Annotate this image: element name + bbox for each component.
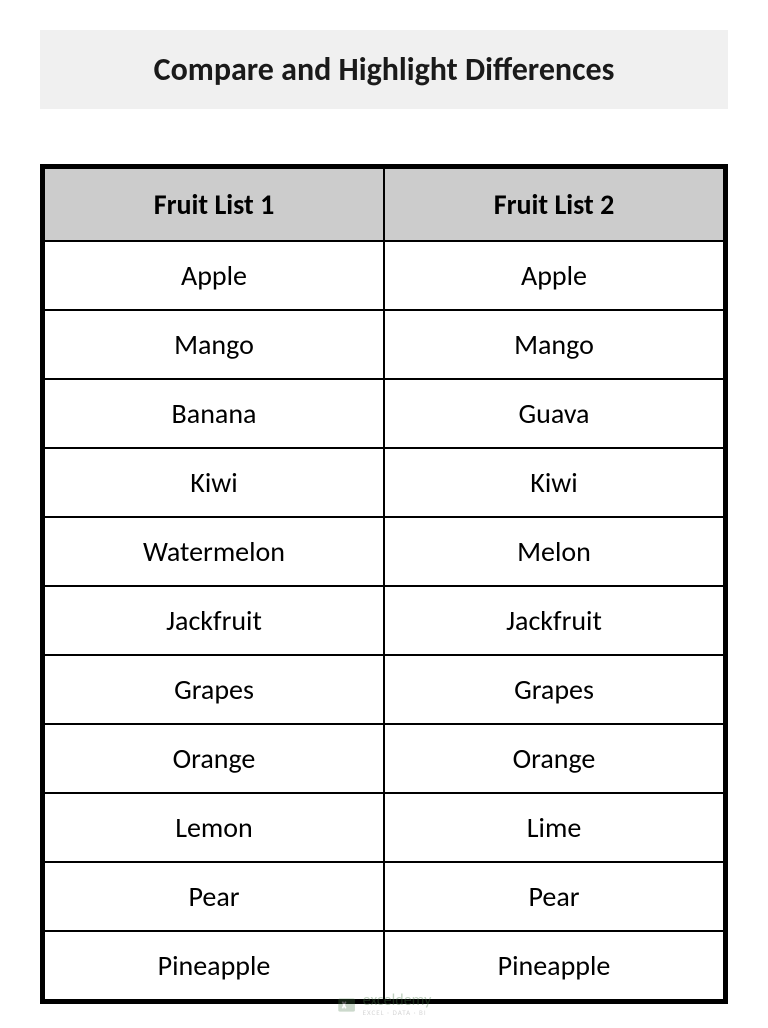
cell-list2: Kiwi xyxy=(384,448,724,517)
table-row: Lemon Lime xyxy=(44,793,724,862)
comparison-table: Fruit List 1 Fruit List 2 Apple Apple Ma… xyxy=(43,167,725,1001)
watermark-text: exceldemy EXCEL · DATA · BI xyxy=(363,993,432,1016)
cell-list1: Banana xyxy=(44,379,384,448)
cell-list2: Mango xyxy=(384,310,724,379)
header-list1: Fruit List 1 xyxy=(44,168,384,241)
table-row: Mango Mango xyxy=(44,310,724,379)
page-title: Compare and Highlight Differences xyxy=(70,50,698,89)
cell-list1: Jackfruit xyxy=(44,586,384,655)
watermark-tagline: EXCEL · DATA · BI xyxy=(363,1009,432,1016)
cell-list2: Jackfruit xyxy=(384,586,724,655)
title-bar: Compare and Highlight Differences xyxy=(40,30,728,109)
cell-list2: Guava xyxy=(384,379,724,448)
cell-list1: Lemon xyxy=(44,793,384,862)
table-row: Orange Orange xyxy=(44,724,724,793)
table-row: Pineapple Pineapple xyxy=(44,931,724,1000)
table-row: Kiwi Kiwi xyxy=(44,448,724,517)
table-row: Grapes Grapes xyxy=(44,655,724,724)
cell-list2: Pear xyxy=(384,862,724,931)
comparison-table-container: Fruit List 1 Fruit List 2 Apple Apple Ma… xyxy=(40,164,728,1004)
cell-list1: Orange xyxy=(44,724,384,793)
table-body: Apple Apple Mango Mango Banana Guava Kiw… xyxy=(44,241,724,1000)
cell-list1: Apple xyxy=(44,241,384,310)
table-row: Banana Guava xyxy=(44,379,724,448)
table-header-row: Fruit List 1 Fruit List 2 xyxy=(44,168,724,241)
table-row: Apple Apple xyxy=(44,241,724,310)
cell-list2: Lime xyxy=(384,793,724,862)
cell-list1: Pear xyxy=(44,862,384,931)
cell-list1: Watermelon xyxy=(44,517,384,586)
cell-list2: Melon xyxy=(384,517,724,586)
table-row: Pear Pear xyxy=(44,862,724,931)
cell-list1: Pineapple xyxy=(44,931,384,1000)
cell-list2: Orange xyxy=(384,724,724,793)
header-list2: Fruit List 2 xyxy=(384,168,724,241)
cell-list2: Grapes xyxy=(384,655,724,724)
watermark: exceldemy EXCEL · DATA · BI xyxy=(337,993,432,1016)
cell-list1: Mango xyxy=(44,310,384,379)
watermark-brand: exceldemy xyxy=(363,993,432,1009)
excel-icon xyxy=(337,995,357,1015)
cell-list2: Apple xyxy=(384,241,724,310)
cell-list1: Kiwi xyxy=(44,448,384,517)
cell-list2: Pineapple xyxy=(384,931,724,1000)
table-row: Jackfruit Jackfruit xyxy=(44,586,724,655)
cell-list1: Grapes xyxy=(44,655,384,724)
table-row: Watermelon Melon xyxy=(44,517,724,586)
